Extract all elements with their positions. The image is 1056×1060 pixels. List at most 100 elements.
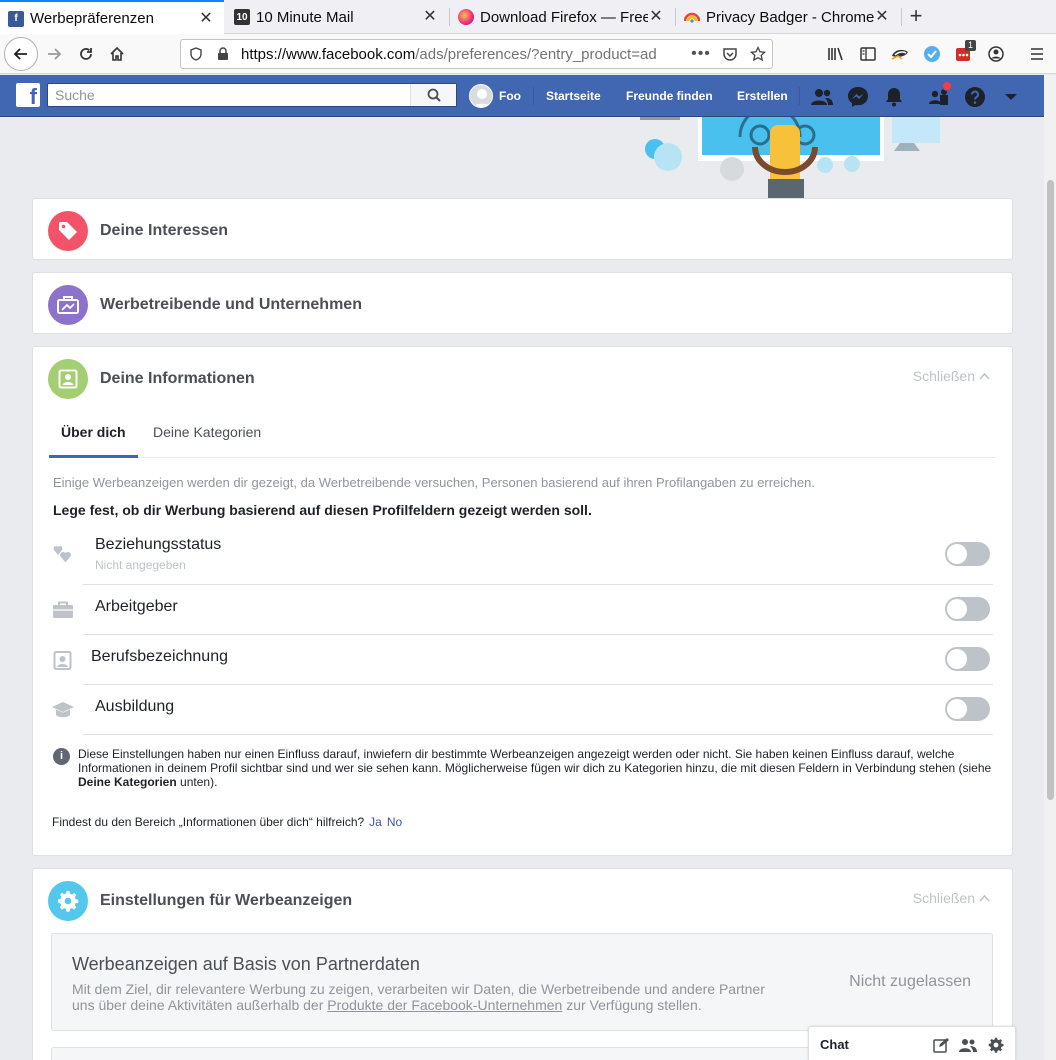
collapse-section-button[interactable]: Schließen — [913, 368, 990, 384]
job-title-toggle[interactable] — [945, 647, 990, 671]
intro-text: Einige Werbeanzeigen werden dir gezeigt,… — [53, 475, 815, 490]
hamburger-menu-icon — [1031, 48, 1043, 60]
profile-link[interactable]: Foo — [469, 75, 521, 117]
lock-icon[interactable] — [213, 44, 233, 64]
facebook-logo-icon[interactable]: f — [16, 83, 40, 107]
create-group-icon[interactable] — [958, 1035, 978, 1055]
ad-settings-header[interactable]: Einstellungen für Werbeanzeigen — [48, 881, 352, 921]
new-tab-plus-icon[interactable]: + — [904, 4, 928, 28]
interests-section[interactable]: Deine Interessen — [32, 198, 1013, 260]
messenger-button[interactable] — [846, 85, 870, 109]
advertisers-section[interactable]: Werbetreibende und Unternehmen — [32, 272, 1013, 334]
briefcase-icon — [48, 285, 88, 325]
notifications-button[interactable] — [882, 85, 906, 109]
sidebar-button[interactable] — [854, 40, 882, 68]
pocket-icon[interactable] — [720, 44, 740, 64]
library-button[interactable] — [822, 40, 850, 68]
facebook-search — [47, 83, 457, 107]
tab-title: Privacy Badger - Chrome — [706, 8, 874, 26]
collapse-label: Schließen — [912, 368, 975, 384]
tab-title: Werbepräferenzen — [30, 10, 154, 27]
collapse-section-button[interactable]: Schließen — [913, 890, 990, 906]
field-label: Berufsbezeichnung — [91, 648, 228, 665]
account-icon — [988, 46, 1004, 62]
reload-button[interactable] — [72, 40, 100, 68]
information-tabs: Über dich Deine Kategorien — [49, 413, 996, 458]
close-tab-icon[interactable]: ✕ — [422, 9, 438, 25]
url-text[interactable]: https://www.facebook.com/ads/preferences… — [241, 46, 656, 63]
hearts-icon — [51, 543, 75, 567]
your-information-section: Deine Informationen Schließen Über dich … — [32, 346, 1013, 856]
nav-home-link[interactable]: Startseite — [546, 75, 601, 117]
partner-data-setting[interactable]: Werbeanzeigen auf Basis von Partnerdaten… — [51, 933, 993, 1031]
tab-about-you[interactable]: Über dich — [49, 413, 138, 458]
firefox-favicon-icon — [458, 9, 474, 25]
profile-field-row: Ausbildung — [52, 685, 993, 735]
chrome-web-store-favicon-icon — [684, 9, 700, 25]
nav-create-link[interactable]: Erstellen — [737, 75, 788, 117]
nav-find-friends-link[interactable]: Freunde finden — [626, 75, 713, 117]
facebook-products-link[interactable]: Produkte der Facebook-Unternehmen — [327, 997, 562, 1013]
id-card-icon — [51, 648, 75, 672]
reload-icon — [80, 48, 92, 60]
facebook-top-bar: f Foo Startseite Freunde finden Erstelle… — [0, 75, 1044, 117]
avatar — [469, 84, 493, 108]
home-button[interactable] — [103, 40, 131, 68]
close-tab-icon[interactable]: ✕ — [874, 9, 890, 25]
section-title: Deine Interessen — [100, 222, 229, 239]
tab-title: 10 Minute Mail — [256, 8, 354, 26]
account-menu-button[interactable] — [999, 85, 1023, 109]
browser-tab-download-firefox[interactable]: Download Firefox — Free ✕ — [450, 0, 674, 34]
friends-icon — [811, 89, 833, 105]
browser-tab-10-minute-mail[interactable]: 10 10 Minute Mail ✕ — [226, 0, 448, 34]
profile-card-icon — [48, 359, 88, 399]
tracking-protection-shield-icon[interactable] — [186, 44, 206, 64]
close-tab-icon[interactable]: ✕ — [648, 9, 664, 25]
close-tab-icon[interactable]: ✕ — [198, 10, 214, 27]
note-categories-link: Deine Kategorien — [78, 775, 177, 789]
toggle-knob — [947, 649, 967, 669]
privacy-badger-extension-button[interactable] — [886, 40, 914, 68]
new-message-icon[interactable] — [931, 1035, 951, 1055]
sidebar-icon — [860, 47, 876, 61]
back-button[interactable] — [4, 37, 38, 71]
scrollbar-thumb[interactable] — [1047, 180, 1054, 800]
collapse-label: Schließen — [912, 890, 975, 906]
account-button[interactable] — [982, 40, 1010, 68]
feedback-prompt: Findest du den Bereich „Informationen üb… — [52, 815, 402, 829]
help-button[interactable] — [963, 85, 987, 109]
graduation-cap-icon — [51, 698, 75, 722]
url-bar[interactable]: https://www.facebook.com/ads/preferences… — [180, 39, 773, 69]
search-input[interactable] — [48, 84, 408, 106]
bell-icon — [886, 88, 902, 107]
forward-arrow-icon — [48, 48, 62, 60]
menu-button[interactable] — [1023, 40, 1051, 68]
field-label: Beziehungsstatus — [95, 536, 222, 553]
quick-help-requests-button[interactable] — [927, 81, 952, 109]
page-scrollbar[interactable] — [1044, 75, 1056, 1060]
relationship-status-toggle[interactable] — [945, 542, 990, 566]
password-manager-extension-button[interactable]: 1 — [950, 40, 978, 68]
advertisers-header[interactable]: Werbetreibende und Unternehmen — [48, 285, 362, 325]
chevron-up-icon — [979, 372, 990, 380]
your-information-header[interactable]: Deine Informationen — [48, 359, 255, 399]
page-actions-ellipsis-icon[interactable]: ••• — [691, 44, 711, 64]
browser-tab-werbepraeferenzen[interactable]: f Werbepräferenzen ✕ — [0, 0, 224, 35]
education-toggle[interactable] — [945, 697, 990, 721]
tab-your-categories[interactable]: Deine Kategorien — [141, 413, 273, 458]
checkmark-extension-button[interactable] — [918, 40, 946, 68]
friend-requests-button[interactable] — [810, 85, 834, 109]
search-button[interactable] — [410, 84, 456, 106]
toggle-knob — [947, 544, 967, 564]
feedback-no-link[interactable]: No — [387, 815, 402, 829]
caret-down-icon — [1005, 94, 1017, 100]
interests-header[interactable]: Deine Interessen — [48, 211, 228, 251]
employer-toggle[interactable] — [945, 597, 990, 621]
browser-tab-privacy-badger[interactable]: Privacy Badger - Chrome ✕ — [676, 0, 900, 34]
chat-bar[interactable]: Chat — [808, 1026, 1016, 1060]
bookmark-star-icon[interactable] — [748, 44, 768, 64]
chat-settings-gear-icon[interactable] — [986, 1035, 1006, 1055]
setting-description: Mit dem Ziel, dir relevantere Werbung zu… — [72, 981, 772, 1013]
forward-button[interactable] — [40, 40, 68, 68]
feedback-yes-link[interactable]: Ja — [369, 815, 382, 829]
